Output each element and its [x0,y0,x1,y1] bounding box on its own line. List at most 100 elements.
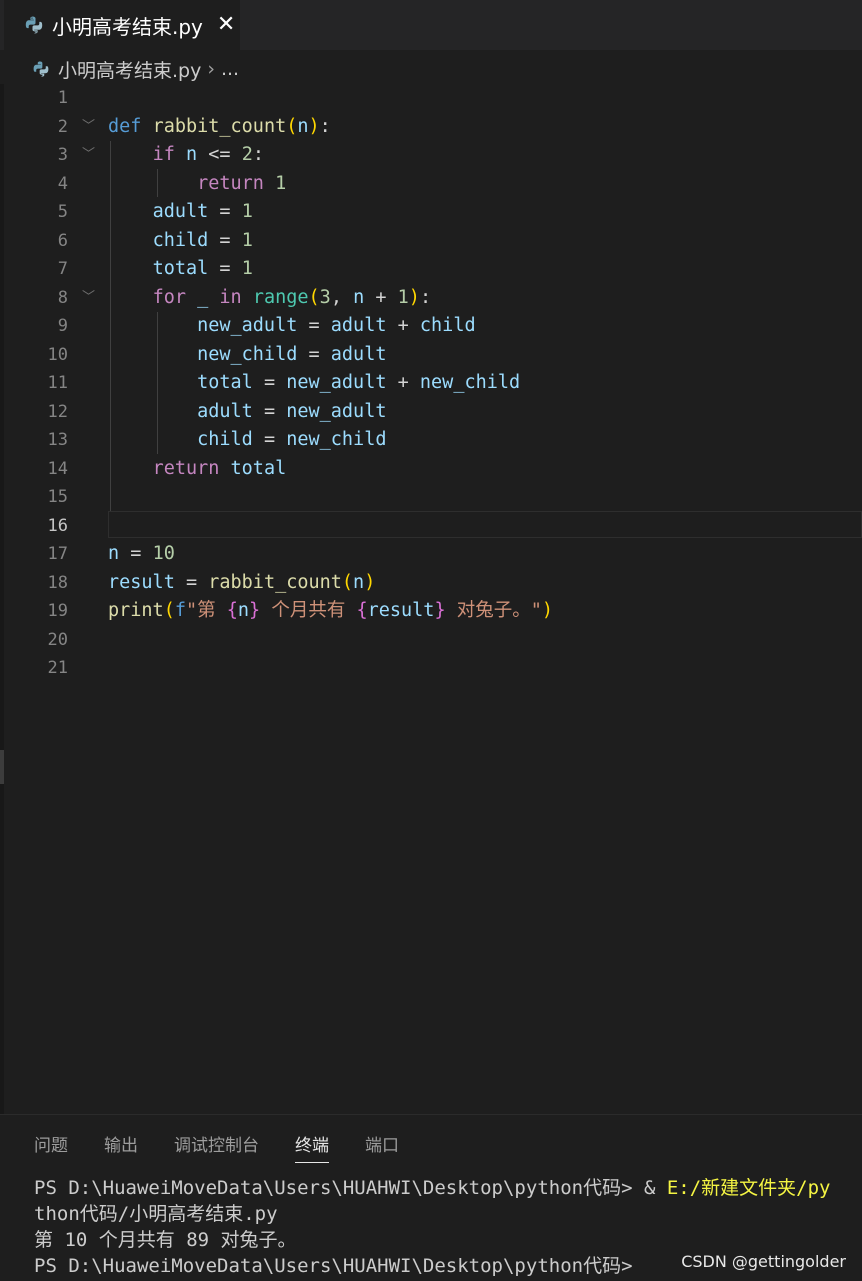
tab-terminal[interactable]: 终端 [295,1131,329,1163]
colon: : [252,144,264,165]
line-number: 1 [57,88,68,108]
num: 1 [275,172,287,194]
var-n: n [353,286,365,308]
var-total: total [152,258,209,279]
close-icon[interactable]: ✕ [217,14,235,36]
terminal-amp: & [643,1177,667,1199]
var-result: result [367,600,435,621]
paren: ( [163,600,175,621]
brace: } [249,600,261,621]
code-line: 14 return total [0,455,862,484]
code-line: 6 child = 1 [0,227,862,256]
var-n: n [108,543,120,564]
num: 10 [152,543,175,564]
fn-print: print [108,600,164,621]
editor-tab-file[interactable]: 小明高考结束.py ✕ [4,0,240,50]
code-line: 2 ﹀ def rabbit_count(n): [0,113,862,142]
var-new-child: new_child [286,429,387,450]
code-line: 17 n = 10 [0,540,862,569]
paren: ( [308,286,320,308]
num: 1 [241,258,253,279]
line-number: 19 [47,601,68,621]
chevron-right-icon: › [207,58,215,80]
kw-return: return [152,457,220,479]
string: "第 [185,600,227,621]
op-eq: = [219,258,231,279]
tab-problems[interactable]: 问题 [34,1131,68,1163]
line-number: 14 [47,458,68,479]
string: 对兔子。" [445,600,542,621]
paren: ( [286,115,298,137]
line-number: 15 [47,487,68,507]
op-eq: = [263,372,276,393]
line-number: 5 [57,202,68,222]
paren: ( [341,571,354,593]
chevron-down-icon[interactable]: ﹀ [82,141,95,170]
panel-tabs: 问题 输出 调试控制台 终端 端口 [34,1131,435,1163]
op-eq: = [219,201,231,222]
paren: ) [408,286,420,308]
brace: } [434,600,446,621]
line-number: 17 [47,544,68,564]
var-result: result [108,571,175,593]
terminal-prompt: PS D:\HuaweiMoveData\Users\HUAHWI\Deskto… [34,1177,644,1199]
line-number: 20 [47,629,68,650]
colon: : [319,115,331,137]
line-number: 4 [57,173,68,194]
code-line: 19 print(f"第 {n} 个月共有 {result} 对兔子。") [0,597,862,626]
tab-filename: 小明高考结束.py [52,14,203,39]
brace: { [356,600,368,621]
kw-if: if [152,144,175,165]
bottom-panel: 问题 输出 调试控制台 终端 端口 PS D:\HuaweiMoveData\U… [0,1114,862,1281]
code-line: 12 adult = new_adult [0,398,862,427]
code-line: 7 total = 1 [0,255,862,284]
brace: { [226,600,238,621]
breadcrumb: 小明高考结束.py › ... [0,54,862,84]
fn-name: rabbit_count [152,115,287,137]
num: 2 [241,144,253,165]
breadcrumb-more[interactable]: ... [221,58,239,80]
code-editor[interactable]: 1 2 ﹀ def rabbit_count(n): 3 ﹀ if n <= 2… [0,84,862,684]
chevron-down-icon[interactable]: ﹀ [82,113,95,142]
python-icon [25,16,43,34]
var-total: total [230,457,287,479]
kw-return: return [197,172,264,194]
code-line: 10 new_child = adult [0,341,862,370]
var-n: n [237,600,250,621]
fn-call: rabbit_count [208,571,342,593]
op-eq: = [219,229,231,251]
tab-debug-console[interactable]: 调试控制台 [174,1131,259,1163]
op-plus: + [375,286,387,308]
chevron-down-icon[interactable]: ﹀ [82,284,95,313]
var-total: total [197,372,253,393]
var-child: child [152,229,209,251]
kw-def: def [108,115,142,137]
code-line: 1 [0,84,862,113]
tab-bar: 小明高考结束.py ✕ [0,0,862,50]
code-line: 21 [0,654,862,683]
code-line: 5 adult = 1 [0,198,862,227]
code-line: 9 new_adult = adult + child [0,312,862,341]
fstring-prefix: f [174,600,186,621]
paren: ) [541,600,553,621]
op-eq: = [185,571,198,593]
line-number: 8 [57,287,68,308]
line-number: 6 [57,230,68,251]
var-child: child [419,315,476,336]
tab-output[interactable]: 输出 [104,1131,138,1163]
breadcrumb-file[interactable]: 小明高考结束.py [58,56,201,83]
param-n: n [297,115,309,137]
fn-range: range [252,286,309,308]
colon: : [419,286,432,308]
line-number: 18 [47,572,68,593]
var-adult: adult [330,315,387,336]
comma: , [330,286,342,308]
tab-ports[interactable]: 端口 [365,1131,399,1163]
var-new-adult: new_adult [286,400,387,422]
line-number: 3 [57,145,68,165]
code-line: 18 result = rabbit_count(n) [0,569,862,598]
activity-marker [0,750,4,784]
op-eq: = [263,429,276,450]
line-number: 16 [47,515,68,536]
var-new-child: new_child [197,343,298,365]
